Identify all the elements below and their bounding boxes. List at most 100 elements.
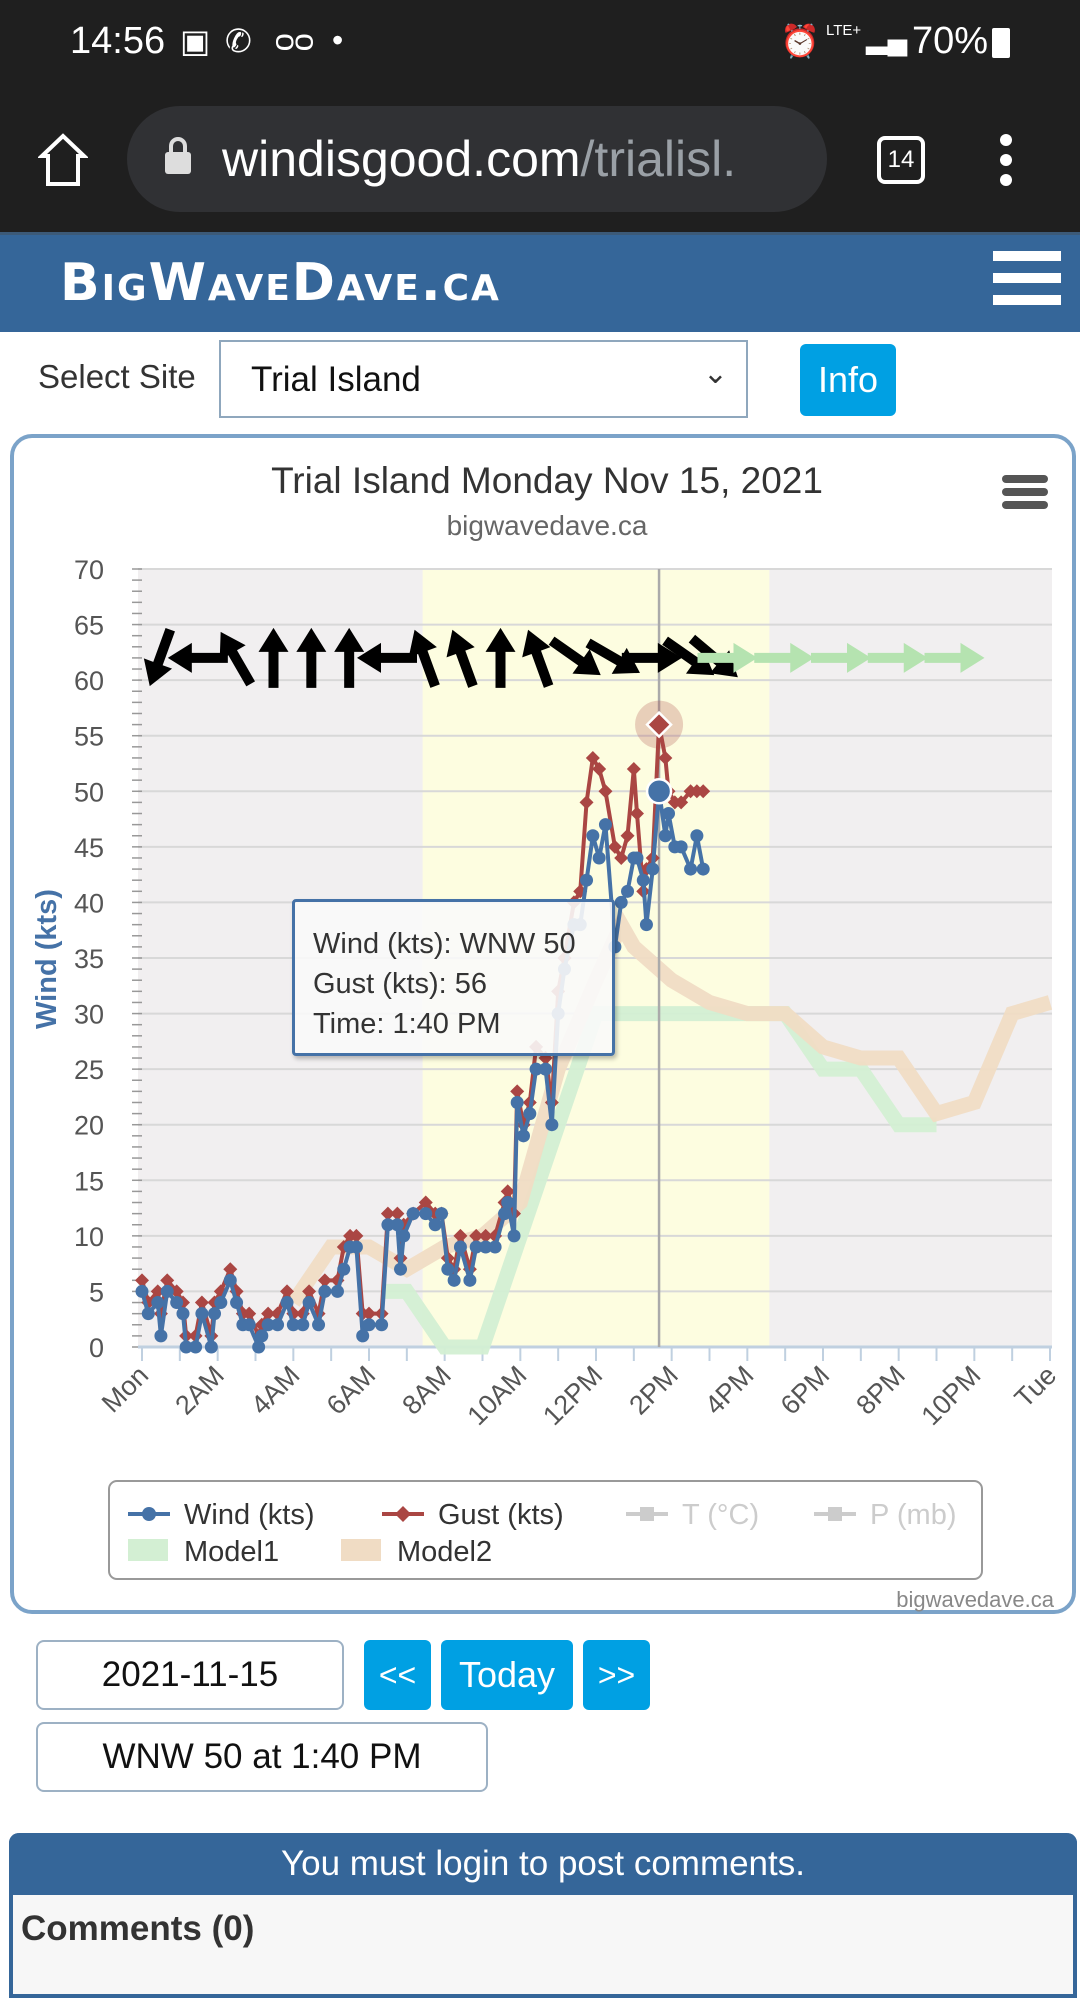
x-tick-label: Mon bbox=[96, 1360, 154, 1418]
wind-point bbox=[296, 1318, 310, 1332]
wind-point bbox=[614, 895, 628, 909]
wind-point bbox=[214, 1296, 228, 1310]
more-options-icon[interactable] bbox=[996, 130, 1016, 190]
info-button[interactable]: Info bbox=[800, 344, 896, 416]
home-icon[interactable] bbox=[38, 132, 88, 188]
wind-point bbox=[208, 1307, 222, 1321]
chevron-down-icon: ⌄ bbox=[702, 357, 728, 390]
tooltip-time: Time: 1:40 PM bbox=[313, 1008, 501, 1040]
wind-point bbox=[621, 884, 635, 898]
wind-point bbox=[510, 1095, 524, 1109]
legend-marker bbox=[828, 1507, 842, 1521]
wind-point bbox=[501, 1196, 515, 1210]
wind-point bbox=[516, 1129, 530, 1143]
y-tick-label: 60 bbox=[74, 666, 104, 696]
legend-label: Model2 bbox=[397, 1536, 492, 1568]
wind-point bbox=[463, 1273, 477, 1287]
wind-point bbox=[406, 1207, 420, 1221]
y-tick-label: 35 bbox=[74, 944, 104, 974]
wind-point bbox=[639, 918, 653, 932]
tab-switcher-button[interactable]: 14 bbox=[877, 136, 925, 184]
chart-menu-icon[interactable] bbox=[1002, 475, 1048, 509]
y-tick-label: 0 bbox=[89, 1333, 104, 1363]
chart-credit: bigwavedave.ca bbox=[896, 1587, 1055, 1612]
wind-point bbox=[312, 1318, 326, 1332]
wind-point bbox=[242, 1318, 256, 1332]
x-tick-label: 6PM bbox=[775, 1360, 835, 1420]
wind-point bbox=[195, 1307, 209, 1321]
previous-day-button[interactable]: << bbox=[364, 1640, 431, 1710]
wind-point bbox=[390, 1218, 404, 1232]
x-tick-label: 6AM bbox=[321, 1360, 381, 1420]
wind-point bbox=[223, 1273, 237, 1287]
wind-point bbox=[658, 829, 672, 843]
y-tick-label: 50 bbox=[74, 777, 104, 807]
legend-label: P (mb) bbox=[870, 1499, 956, 1531]
network-type: LTE+ bbox=[826, 22, 862, 39]
site-select-value: Trial Island bbox=[251, 360, 421, 399]
wind-point bbox=[176, 1307, 190, 1321]
wind-point bbox=[302, 1296, 316, 1310]
legend-label: T (°C) bbox=[682, 1499, 759, 1531]
x-tick-label: 2PM bbox=[623, 1360, 683, 1420]
wind-point bbox=[586, 829, 600, 843]
battery-level: 70% bbox=[912, 20, 989, 62]
wind-point bbox=[160, 1284, 174, 1298]
wind-point bbox=[545, 1118, 559, 1132]
y-tick-label: 20 bbox=[74, 1111, 104, 1141]
y-tick-label: 25 bbox=[74, 1055, 104, 1085]
wind-point bbox=[696, 862, 710, 876]
wind-point bbox=[662, 807, 676, 821]
select-site-label: Select Site bbox=[38, 358, 196, 395]
wind-point bbox=[447, 1273, 461, 1287]
x-tick-label: 10AM bbox=[461, 1360, 532, 1431]
whatsapp-icon: ✆ bbox=[225, 23, 252, 59]
wind-point bbox=[592, 851, 606, 865]
menu-icon[interactable] bbox=[993, 251, 1061, 317]
wind-point bbox=[435, 1207, 449, 1221]
address-bar[interactable]: windisgood.com/trialisl. bbox=[127, 106, 827, 212]
dot-icon: • bbox=[332, 22, 344, 58]
y-tick-label: 40 bbox=[74, 888, 104, 918]
wind-point bbox=[488, 1240, 502, 1254]
url-host: windisgood.com bbox=[222, 131, 581, 187]
y-tick-label: 70 bbox=[74, 555, 104, 585]
wind-point bbox=[252, 1340, 266, 1354]
site-header: BigWaveDave.ca bbox=[0, 232, 1080, 332]
status-bar: 14:56 ▣ ✆ ᴑᴑ • ⏰ LTE+ ▂▄ 70% bbox=[0, 0, 1080, 92]
wind-point bbox=[507, 1229, 521, 1243]
x-tick-label: 4PM bbox=[699, 1360, 759, 1420]
legend-marker bbox=[142, 1507, 156, 1521]
gallery-icon: ▣ bbox=[180, 23, 211, 59]
legend-label: Wind (kts) bbox=[184, 1499, 315, 1531]
wind-point bbox=[349, 1240, 363, 1254]
wind-point bbox=[646, 862, 660, 876]
today-button[interactable]: Today bbox=[441, 1640, 573, 1710]
wind-point bbox=[280, 1296, 294, 1310]
chart-title: Trial Island Monday Nov 15, 2021 bbox=[271, 460, 823, 501]
wind-point bbox=[453, 1240, 467, 1254]
x-tick-label: Tue bbox=[1009, 1360, 1062, 1413]
signal-icon: ▂▄ bbox=[866, 23, 908, 54]
wind-point bbox=[230, 1296, 244, 1310]
login-notice[interactable]: You must login to post comments. bbox=[9, 1833, 1077, 1895]
wind-point bbox=[362, 1318, 376, 1332]
wind-point bbox=[318, 1284, 332, 1298]
comments-count: Comments (0) bbox=[21, 1909, 255, 1948]
wind-highlight-point bbox=[645, 778, 673, 805]
wind-point bbox=[684, 862, 698, 876]
wind-point bbox=[141, 1307, 155, 1321]
wind-point bbox=[498, 1207, 512, 1221]
site-select[interactable]: Trial Island ⌄ bbox=[219, 340, 748, 418]
tooltip-gust: Gust (kts): 56 bbox=[313, 968, 488, 1000]
wind-point bbox=[523, 1107, 537, 1121]
wind-point bbox=[271, 1318, 285, 1332]
legend-label: Gust (kts) bbox=[438, 1499, 564, 1531]
date-input[interactable]: 2021-11-15 bbox=[36, 1640, 344, 1710]
y-tick-label: 10 bbox=[74, 1222, 104, 1252]
wind-point bbox=[204, 1340, 218, 1354]
chart-tooltip: Wind (kts): WNW 50 Gust (kts): 56 Time: … bbox=[292, 899, 615, 1056]
next-day-button[interactable]: >> bbox=[583, 1640, 650, 1710]
wind-point bbox=[539, 1062, 553, 1076]
site-logo[interactable]: BigWaveDave.ca bbox=[60, 253, 501, 313]
